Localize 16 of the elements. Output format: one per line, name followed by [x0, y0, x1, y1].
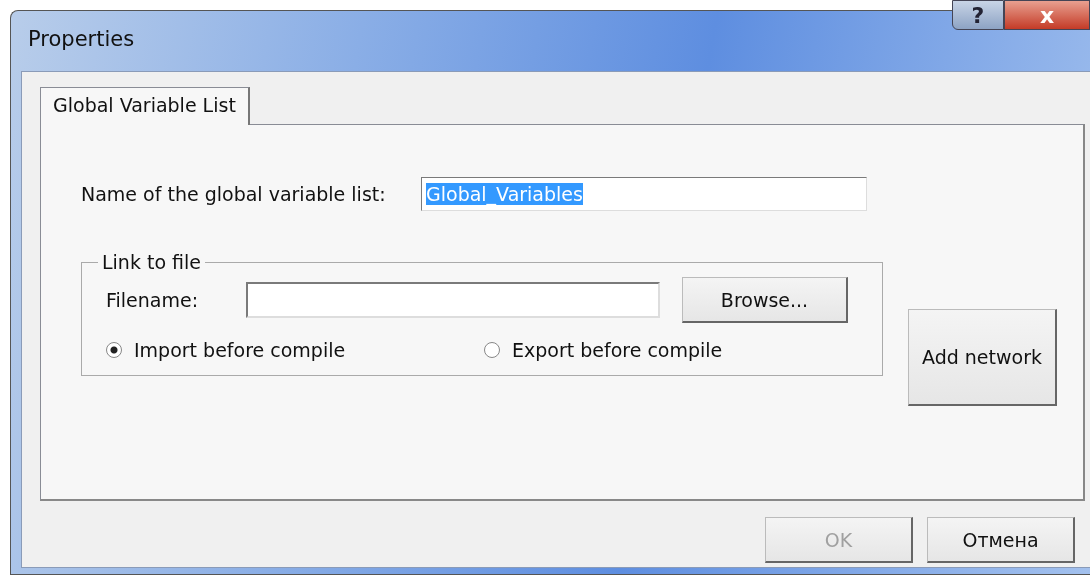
- dialog-button[interactable]: Отмена: [927, 517, 1075, 563]
- name-label: Name of the global variable list:: [81, 183, 387, 205]
- close-button[interactable]: x: [1004, 0, 1090, 30]
- field-value: Global_Variables: [426, 183, 583, 205]
- browse-button[interactable]: Browse...: [682, 277, 848, 323]
- window-title: Properties: [28, 27, 135, 51]
- radio-option[interactable]: Import before compile: [106, 339, 484, 361]
- radio-icon[interactable]: [106, 342, 122, 358]
- radio-icon[interactable]: [484, 342, 500, 358]
- radio-option[interactable]: Export before compile: [484, 339, 862, 361]
- filename-input-field[interactable]: [246, 282, 660, 318]
- help-button[interactable]: ?: [952, 0, 1004, 30]
- group-title: Link to file: [101, 251, 202, 273]
- add-network-button[interactable]: Add network: [908, 309, 1057, 406]
- tab[interactable]: Global Variable List: [40, 87, 250, 125]
- filename-label: Filename:: [106, 289, 200, 311]
